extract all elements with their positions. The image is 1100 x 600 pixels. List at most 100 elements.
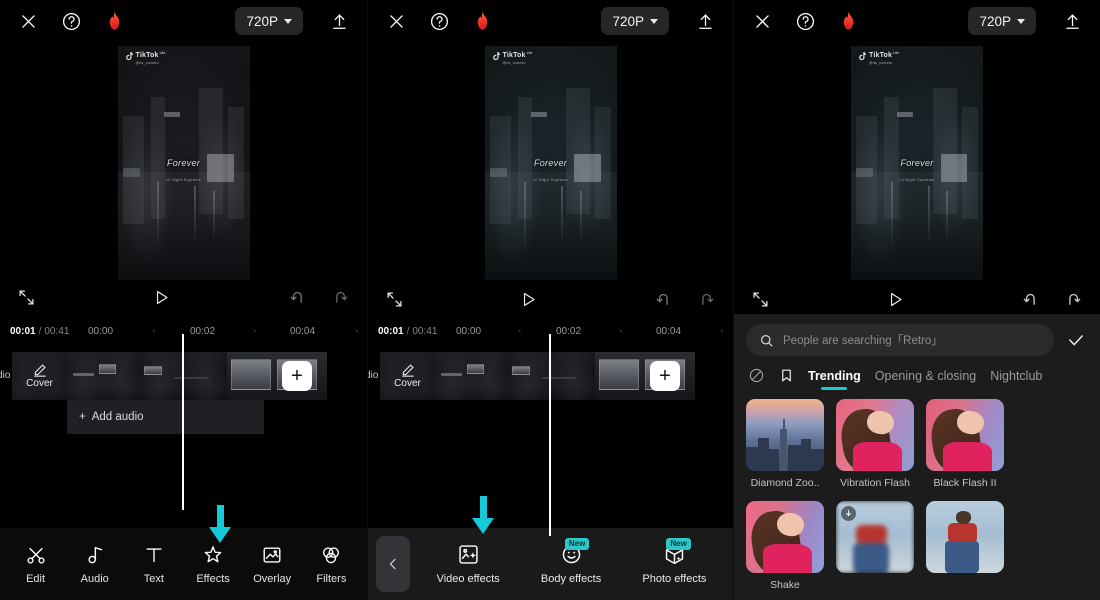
- play-icon[interactable]: [150, 285, 174, 309]
- video-effects-icon: [459, 545, 478, 564]
- effects-item-body-effects[interactable]: New Body effects: [540, 538, 602, 585]
- expand-icon[interactable]: [382, 287, 406, 311]
- video-clip[interactable]: [435, 352, 507, 400]
- effect-card[interactable]: [836, 501, 914, 591]
- play-icon[interactable]: [883, 287, 907, 311]
- close-icon[interactable]: [384, 9, 408, 33]
- cover-thumbnail[interactable]: Cover: [12, 352, 67, 400]
- tab-nightclub[interactable]: Nightclub: [990, 369, 1042, 390]
- effect-card[interactable]: Vibration Flash: [836, 399, 914, 489]
- video-clip-track[interactable]: +: [67, 352, 327, 400]
- sparkle-star-icon: [204, 545, 222, 562]
- tab-label-nightclub: Nightclub: [990, 368, 1043, 383]
- tab-trending[interactable]: Trending: [808, 369, 861, 390]
- upload-icon[interactable]: [1060, 9, 1084, 33]
- chevron-down-icon: [1017, 18, 1025, 24]
- video-canvas[interactable]: TikTok Lite @its_cometu Forever Lil Nigh…: [117, 46, 250, 280]
- ruler-tick-2: 00:02: [190, 325, 216, 337]
- redo-icon[interactable]: [329, 285, 353, 309]
- effect-card[interactable]: [926, 501, 1004, 591]
- undo-icon[interactable]: [1018, 287, 1042, 311]
- effects-item-photo-effects[interactable]: New Photo effects: [642, 538, 706, 585]
- search-input[interactable]: People are searching「Retro」: [746, 324, 1054, 356]
- effect-card[interactable]: Diamond Zoo..: [746, 399, 824, 489]
- resolution-dropdown[interactable]: 720P: [601, 7, 669, 35]
- search-row: People are searching「Retro」: [734, 314, 1100, 356]
- player-controls: [0, 280, 367, 314]
- resolution-dropdown[interactable]: 720P: [235, 7, 303, 35]
- close-icon[interactable]: [16, 9, 40, 33]
- undo-icon[interactable]: [285, 285, 309, 309]
- playhead[interactable]: [549, 334, 551, 536]
- expand-icon[interactable]: [748, 287, 772, 311]
- flame-icon[interactable]: [836, 9, 860, 33]
- filters-circles-icon: [323, 546, 340, 563]
- time-separator: /: [406, 325, 410, 337]
- add-audio-button[interactable]: + Add audio: [67, 400, 264, 434]
- effect-card[interactable]: Black Flash II: [926, 399, 1004, 489]
- toolbar-item-overlay[interactable]: Overlay: [250, 544, 294, 585]
- effects-grid: Diamond Zoo.. Vibration Flash Black Flas…: [734, 391, 1100, 600]
- add-clip-button[interactable]: +: [282, 361, 312, 391]
- effect-thumbnail: [746, 501, 824, 573]
- video-overlay-title: Forever: [900, 158, 934, 169]
- cover-thumbnail[interactable]: Cover: [380, 352, 435, 400]
- effects-tabs: Trending Opening & closing Nightclub: [734, 356, 1100, 391]
- toolbar-label-edit: Edit: [26, 572, 46, 585]
- bottom-toolbar: Edit Audio Text Effects Overlay Filters: [0, 528, 367, 600]
- toolbar-item-edit[interactable]: Edit: [14, 544, 58, 585]
- redo-icon[interactable]: [695, 287, 719, 311]
- effect-thumbnail: [926, 501, 1004, 573]
- toolbar-item-text[interactable]: Text: [132, 544, 176, 585]
- ruler-tick-5: ·: [720, 325, 724, 337]
- pencil-icon: [33, 364, 46, 377]
- time-separator: /: [38, 325, 42, 337]
- upload-icon[interactable]: [693, 9, 717, 33]
- watermark-superscript: Lite: [893, 51, 899, 55]
- video-canvas[interactable]: TikTok Lite @its_cometu Forever Lil Nigh…: [851, 46, 983, 280]
- toolbar-item-effects[interactable]: Effects: [191, 544, 235, 585]
- resolution-dropdown[interactable]: 720P: [968, 7, 1036, 35]
- video-clip[interactable]: [507, 352, 595, 400]
- flame-icon[interactable]: [102, 9, 126, 33]
- playhead[interactable]: [182, 334, 184, 510]
- video-canvas[interactable]: TikTok Lite @its_cometu Forever Lil Nigh…: [484, 46, 617, 280]
- ruler-tick-3: ·: [619, 325, 623, 337]
- confirm-check-icon[interactable]: [1064, 328, 1088, 352]
- video-clip[interactable]: [67, 352, 139, 400]
- top-bar: 720P: [734, 0, 1100, 42]
- download-icon[interactable]: [841, 506, 856, 521]
- tab-label-opening-closing: Opening & closing: [874, 368, 977, 383]
- no-effect-icon[interactable]: [748, 367, 765, 391]
- tab-opening-closing[interactable]: Opening & closing: [875, 369, 976, 390]
- effect-name: Diamond Zoo..: [750, 477, 820, 489]
- undo-icon[interactable]: [651, 287, 675, 311]
- flame-icon[interactable]: [470, 9, 494, 33]
- ruler-tick-0: 00:00: [88, 325, 114, 337]
- expand-icon[interactable]: [14, 285, 38, 309]
- redo-icon[interactable]: [1062, 287, 1086, 311]
- question-mark-icon[interactable]: [59, 9, 83, 33]
- toolbar-item-filters[interactable]: Filters: [309, 544, 353, 585]
- question-mark-icon[interactable]: [793, 9, 817, 33]
- effects-browser-panel: People are searching「Retro」 Trending Ope…: [734, 314, 1100, 600]
- question-mark-icon[interactable]: [427, 9, 451, 33]
- back-button[interactable]: [376, 536, 410, 592]
- add-clip-button[interactable]: +: [650, 361, 680, 391]
- upload-icon[interactable]: [327, 9, 351, 33]
- bookmark-icon[interactable]: [779, 367, 794, 391]
- video-clip-track[interactable]: +: [435, 352, 695, 400]
- tab-label-trending: Trending: [808, 368, 861, 383]
- close-icon[interactable]: [750, 9, 774, 33]
- annotation-arrow-effects: [209, 505, 231, 543]
- effects-item-video-effects[interactable]: Video effects: [437, 543, 500, 585]
- video-clip[interactable]: [227, 352, 327, 400]
- ruler-tick-4: 00:04: [656, 325, 682, 337]
- panel-step-3: 720P TikTok Lite @its_cometu Forever Lil…: [733, 0, 1100, 600]
- toolbar-label-audio: Audio: [80, 572, 109, 585]
- play-icon[interactable]: [517, 287, 541, 311]
- video-clip[interactable]: [595, 352, 695, 400]
- toolbar-item-audio[interactable]: Audio: [73, 544, 117, 585]
- effect-card[interactable]: Shake: [746, 501, 824, 591]
- effects-label-body-effects: Body effects: [540, 573, 602, 585]
